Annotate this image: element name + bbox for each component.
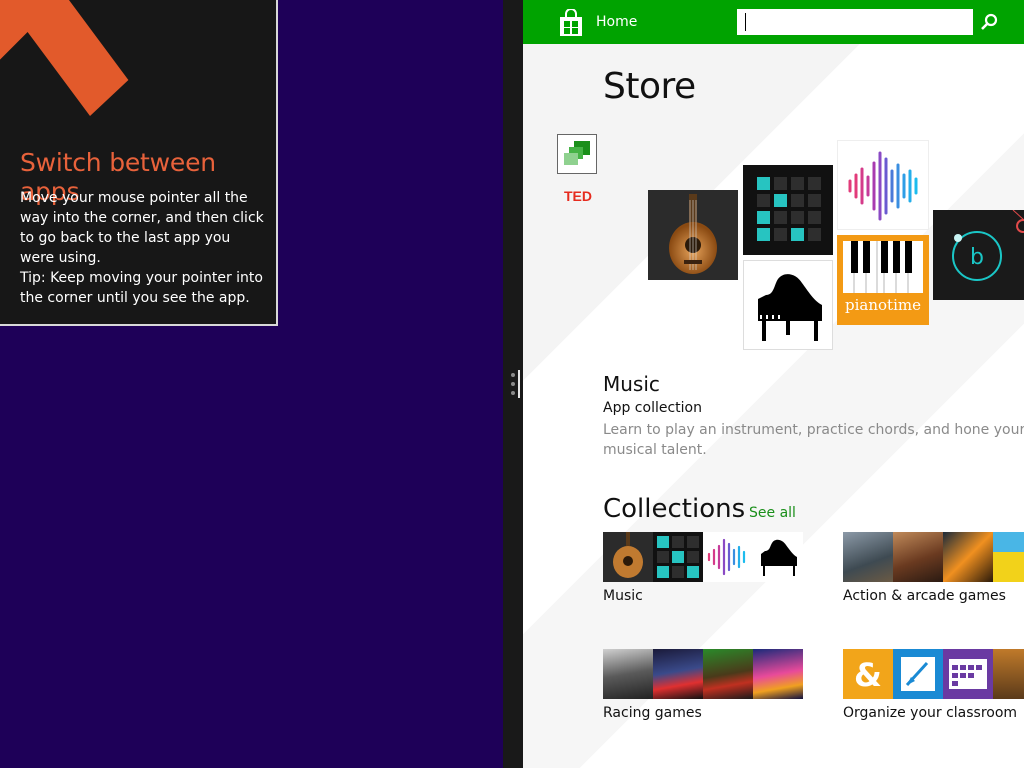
collection-label: Racing games	[603, 705, 702, 721]
fire-game-thumb	[943, 532, 993, 582]
minion-game-thumb	[993, 532, 1024, 582]
collection-racing-games[interactable]: Racing games	[603, 649, 803, 721]
high-fuel-thumb	[753, 649, 803, 699]
svg-text:&: &	[854, 656, 882, 694]
collection-organize-classroom[interactable]: & Organize your classroom	[843, 649, 1024, 721]
tutorial-tip: Tip: Keep moving your pointer into the c…	[20, 270, 263, 306]
guitar-thumb	[603, 532, 653, 582]
collection-music[interactable]: Music	[603, 532, 803, 604]
pianotime-app-tile[interactable]: pianotime	[837, 235, 929, 325]
see-all-link[interactable]: See all	[749, 505, 796, 521]
soldier-game-thumb	[843, 532, 893, 582]
b-circle-app-tile[interactable]: b	[933, 210, 1024, 300]
asphalt-thumb	[603, 649, 653, 699]
tutorial-text: Move your mouse pointer all the way into…	[20, 190, 264, 266]
ted-logo[interactable]: TED	[561, 186, 595, 206]
grand-piano-app-tile[interactable]	[743, 260, 833, 350]
collection-label: Organize your classroom	[843, 705, 1018, 721]
collection-label: Action & arcade games	[843, 588, 1006, 604]
svg-text:b: b	[970, 245, 984, 270]
collection-action-arcade[interactable]: Action & arcade games	[843, 532, 1024, 604]
waveform-thumb	[703, 532, 753, 582]
collection-thumbnails	[843, 532, 1024, 582]
svg-text:TED: TED	[564, 188, 592, 204]
collection-thumbnails	[603, 532, 803, 582]
drum-pads-app-tile[interactable]	[743, 165, 833, 255]
collection-thumbnails	[603, 649, 803, 699]
collections-heading[interactable]: Collections	[603, 494, 745, 524]
tutorial-body: Move your mouse pointer all the way into…	[20, 188, 265, 308]
text-caret	[745, 13, 746, 31]
gt-racing-thumb	[653, 649, 703, 699]
search-icon[interactable]	[977, 9, 1001, 35]
featured-description: Learn to play an instrument, practice ch…	[603, 422, 1024, 458]
featured-title[interactable]: Music	[603, 372, 660, 396]
bse-app-thumb	[993, 649, 1024, 699]
collection-label: Music	[603, 588, 643, 604]
whiteboard-app-thumb	[893, 649, 943, 699]
left-app-pane: Switch between apps Move your mouse poin…	[0, 0, 503, 768]
store-top-bar: Home	[523, 0, 1024, 44]
arrow-up-left-icon	[0, 0, 129, 117]
monster-truck-thumb	[703, 649, 753, 699]
calendar-app-thumb	[943, 649, 993, 699]
featured-subtitle: App collection	[603, 400, 702, 416]
drum-pads-thumb	[653, 532, 703, 582]
warrior-game-thumb	[893, 532, 943, 582]
split-divider[interactable]	[503, 0, 523, 768]
tutorial-tip-card: Switch between apps Move your mouse poin…	[0, 0, 278, 326]
waveform-app-tile[interactable]	[837, 140, 929, 230]
search-input[interactable]	[737, 9, 973, 35]
piano-thumb	[753, 532, 803, 582]
svg-text:pianotime: pianotime	[845, 296, 921, 314]
store-app: Home Store TED pianotime b Music App col…	[523, 0, 1024, 768]
store-bag-icon[interactable]	[557, 9, 585, 37]
guitar-app-tile[interactable]	[648, 190, 738, 280]
collection-thumbnails: &	[843, 649, 1024, 699]
collection-icon[interactable]	[557, 134, 597, 174]
page-title: Store	[603, 66, 696, 107]
ampersand-app-thumb: &	[843, 649, 893, 699]
home-link[interactable]: Home	[596, 14, 637, 30]
divider-drag-handle[interactable]	[509, 370, 521, 398]
